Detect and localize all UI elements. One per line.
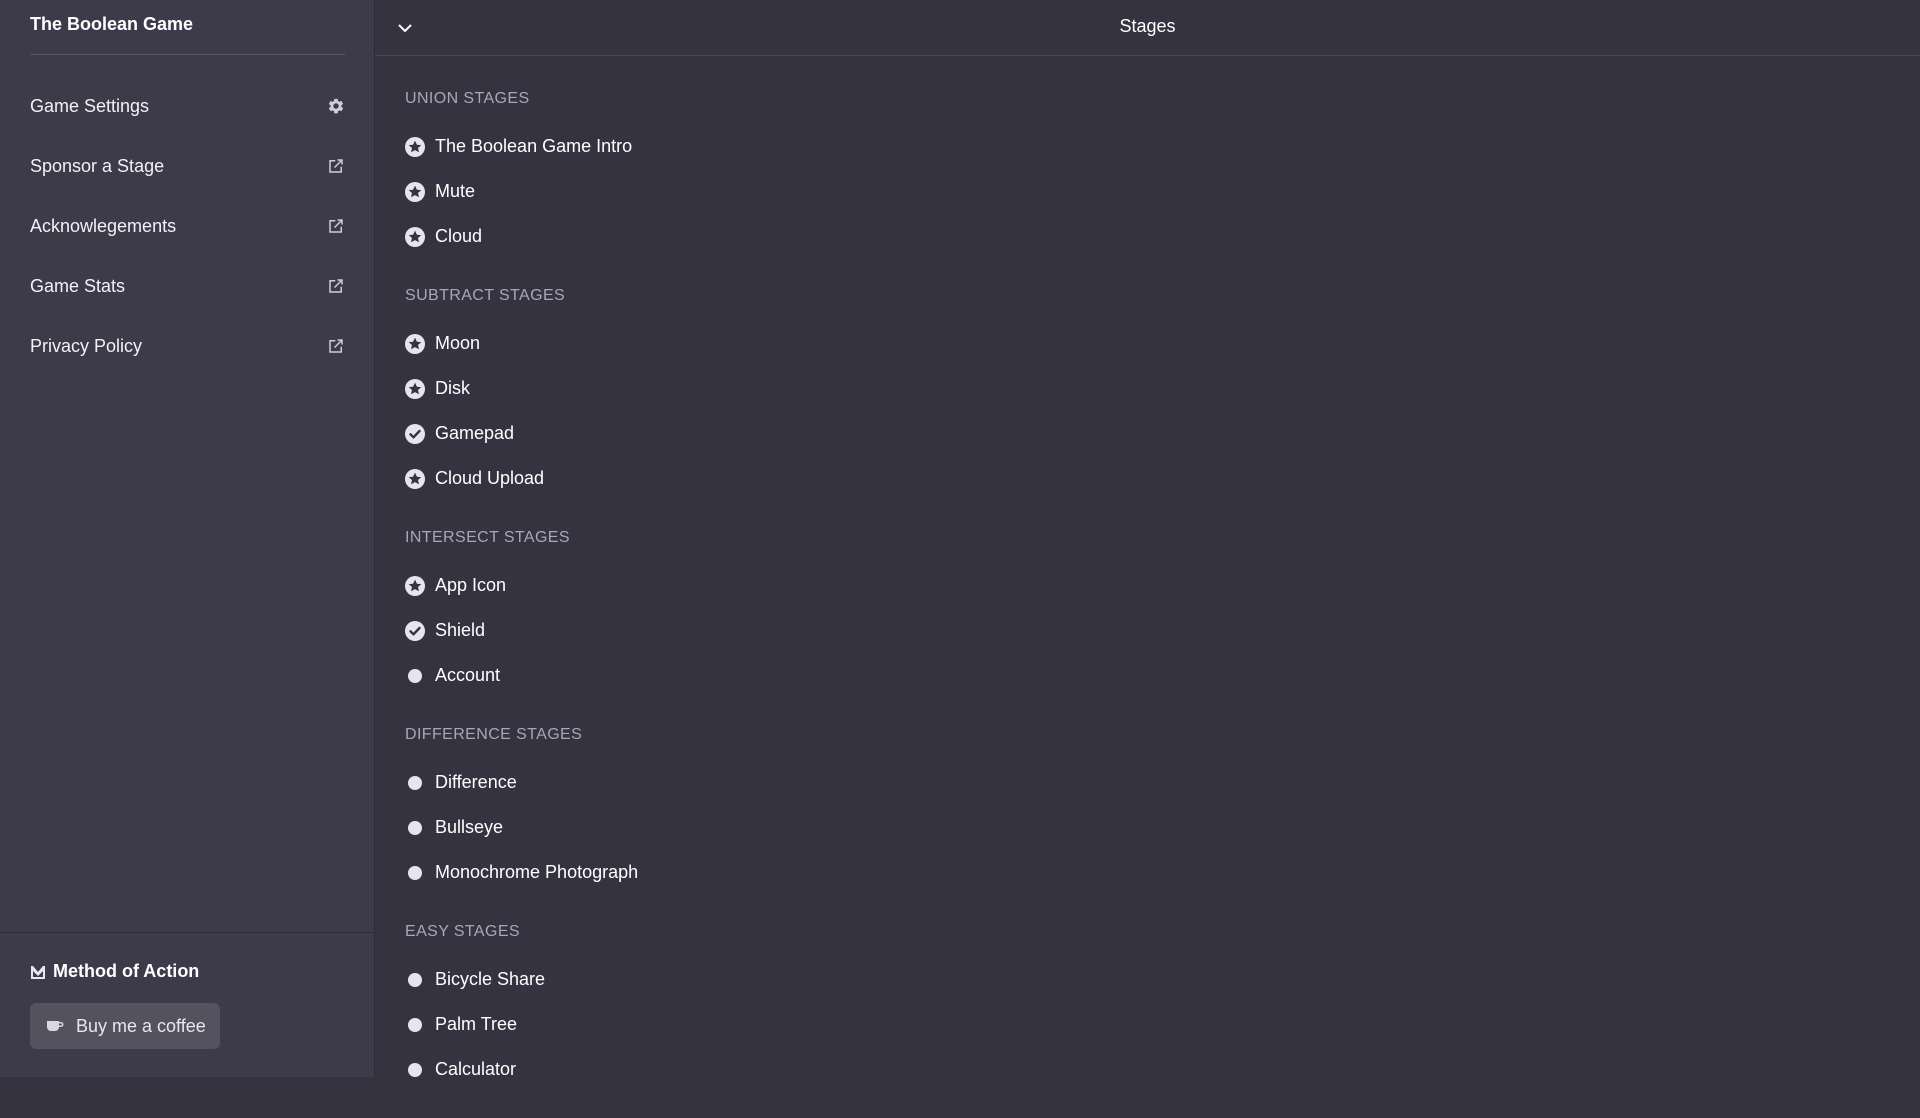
sidebar-item-label: Game Stats xyxy=(30,275,126,296)
stage-label: Gamepad xyxy=(435,423,515,443)
stage-label: Cloud Upload xyxy=(435,468,545,488)
section-difference-stages: DIFFERENCE STAGES Difference Bullseye Mo… xyxy=(405,724,1205,895)
external-link-icon xyxy=(329,219,343,233)
stage-label: Difference xyxy=(435,772,517,792)
stages-list: UNION STAGES The Boolean Game Intro Mute… xyxy=(405,88,1205,1118)
check-badge-icon xyxy=(405,423,425,444)
sidebar-nav: Game Settings Sponsor a Stage Acknowlege… xyxy=(0,76,375,376)
stage-label: Palm Tree xyxy=(435,1014,518,1034)
star-badge-icon xyxy=(405,181,425,202)
stage-label: Moon xyxy=(435,333,481,353)
stage-item[interactable]: Shield xyxy=(405,608,1205,653)
external-link-icon xyxy=(329,339,343,353)
stage-item[interactable]: Account xyxy=(405,653,1205,698)
section-title: UNION STAGES xyxy=(405,90,530,107)
stage-label: Mute xyxy=(435,181,476,201)
sponsor-name: Method of Action xyxy=(53,961,200,981)
sidebar-item-label: Sponsor a Stage xyxy=(30,155,165,176)
stage-label: Account xyxy=(435,665,501,685)
stage-item[interactable]: Bicycle Share xyxy=(405,957,1205,1002)
sidebar-item-label: Game Settings xyxy=(30,95,150,116)
gear-icon xyxy=(328,98,344,114)
section-subtract-stages: SUBTRACT STAGES Moon Disk Gamepad Cloud … xyxy=(405,285,1205,501)
section-title: INTERSECT STAGES xyxy=(405,529,570,546)
stage-item[interactable]: The Boolean Game Intro xyxy=(405,124,1205,169)
stage-item[interactable]: Gamepad xyxy=(405,411,1205,456)
sidebar-item-sponsor-a-stage[interactable]: Sponsor a Stage xyxy=(0,136,375,196)
stage-item[interactable]: Calculator xyxy=(405,1047,1205,1092)
stage-item[interactable]: Moon xyxy=(405,321,1205,366)
stage-item[interactable]: Disk xyxy=(405,366,1205,411)
stage-item[interactable]: Bullseye xyxy=(405,805,1205,850)
buy-me-a-coffee-label: Buy me a coffee xyxy=(76,1015,206,1036)
sidebar-item-label: Privacy Policy xyxy=(30,335,143,356)
section-union-stages: UNION STAGES The Boolean Game Intro Mute… xyxy=(405,88,1205,259)
section-title: SUBTRACT STAGES xyxy=(405,287,566,304)
stage-label: Bullseye xyxy=(435,817,504,837)
sidebar-item-game-settings[interactable]: Game Settings xyxy=(0,76,375,136)
sidebar-item-label: Acknowlegements xyxy=(30,215,177,236)
page-title: Stages xyxy=(1119,16,1176,36)
stage-label: App Icon xyxy=(435,575,507,595)
section-intersect-stages: INTERSECT STAGES App Icon Shield Account xyxy=(405,527,1205,698)
check-badge-icon xyxy=(405,620,425,641)
star-badge-icon xyxy=(405,575,425,596)
star-badge-icon xyxy=(405,226,425,247)
stage-item[interactable]: Monochrome Photograph xyxy=(405,850,1205,895)
sidebar-item-acknowlegements[interactable]: Acknowlegements xyxy=(0,196,375,256)
header-bar: Stages xyxy=(375,0,1920,56)
stage-label: Cloud xyxy=(435,226,483,246)
section-title: EASY STAGES xyxy=(405,923,520,940)
section-title: DIFFERENCE STAGES xyxy=(405,726,583,743)
section-easy-stages: EASY STAGES Bicycle Share Palm Tree Calc… xyxy=(405,921,1205,1092)
star-badge-icon xyxy=(405,333,425,354)
stage-label: Disk xyxy=(435,378,470,398)
star-badge-icon xyxy=(405,468,425,489)
stage-label: The Boolean Game Intro xyxy=(435,136,633,156)
dot-icon xyxy=(408,820,422,835)
dot-icon xyxy=(408,972,422,987)
stage-label: Shield xyxy=(435,620,486,640)
stage-item[interactable]: Mute xyxy=(405,169,1205,214)
dot-icon xyxy=(408,865,422,880)
external-link-icon xyxy=(329,279,343,293)
sidebar-item-game-stats[interactable]: Game Stats xyxy=(0,256,375,316)
sponsor-section: Method of Action Buy me a coffee xyxy=(0,932,375,1077)
stage-item[interactable]: App Icon xyxy=(405,563,1205,608)
stage-label: Bicycle Share xyxy=(435,969,546,989)
sponsor-logo-icon xyxy=(31,965,45,979)
coffee-cup-icon xyxy=(47,1021,64,1031)
divider xyxy=(30,54,345,55)
sidebar-item-privacy-policy[interactable]: Privacy Policy xyxy=(0,316,375,376)
dot-icon xyxy=(408,668,422,683)
stage-label: Monochrome Photograph xyxy=(435,862,639,882)
external-link-icon xyxy=(329,159,343,173)
buy-me-a-coffee-button[interactable]: Buy me a coffee xyxy=(30,1003,220,1049)
app-title: The Boolean Game xyxy=(30,14,194,34)
stage-item[interactable]: Difference xyxy=(405,760,1205,805)
sidebar: The Boolean Game Game Settings Sponsor a… xyxy=(0,0,375,1077)
stage-item[interactable]: Cloud xyxy=(405,214,1205,259)
dot-icon xyxy=(408,775,422,790)
stage-item[interactable]: Palm Tree xyxy=(405,1002,1205,1047)
star-badge-icon xyxy=(405,378,425,399)
sponsor-title[interactable]: Method of Action xyxy=(30,961,199,982)
dot-icon xyxy=(408,1017,422,1032)
star-badge-icon xyxy=(405,136,425,157)
stage-item[interactable]: Cloud Upload xyxy=(405,456,1205,501)
